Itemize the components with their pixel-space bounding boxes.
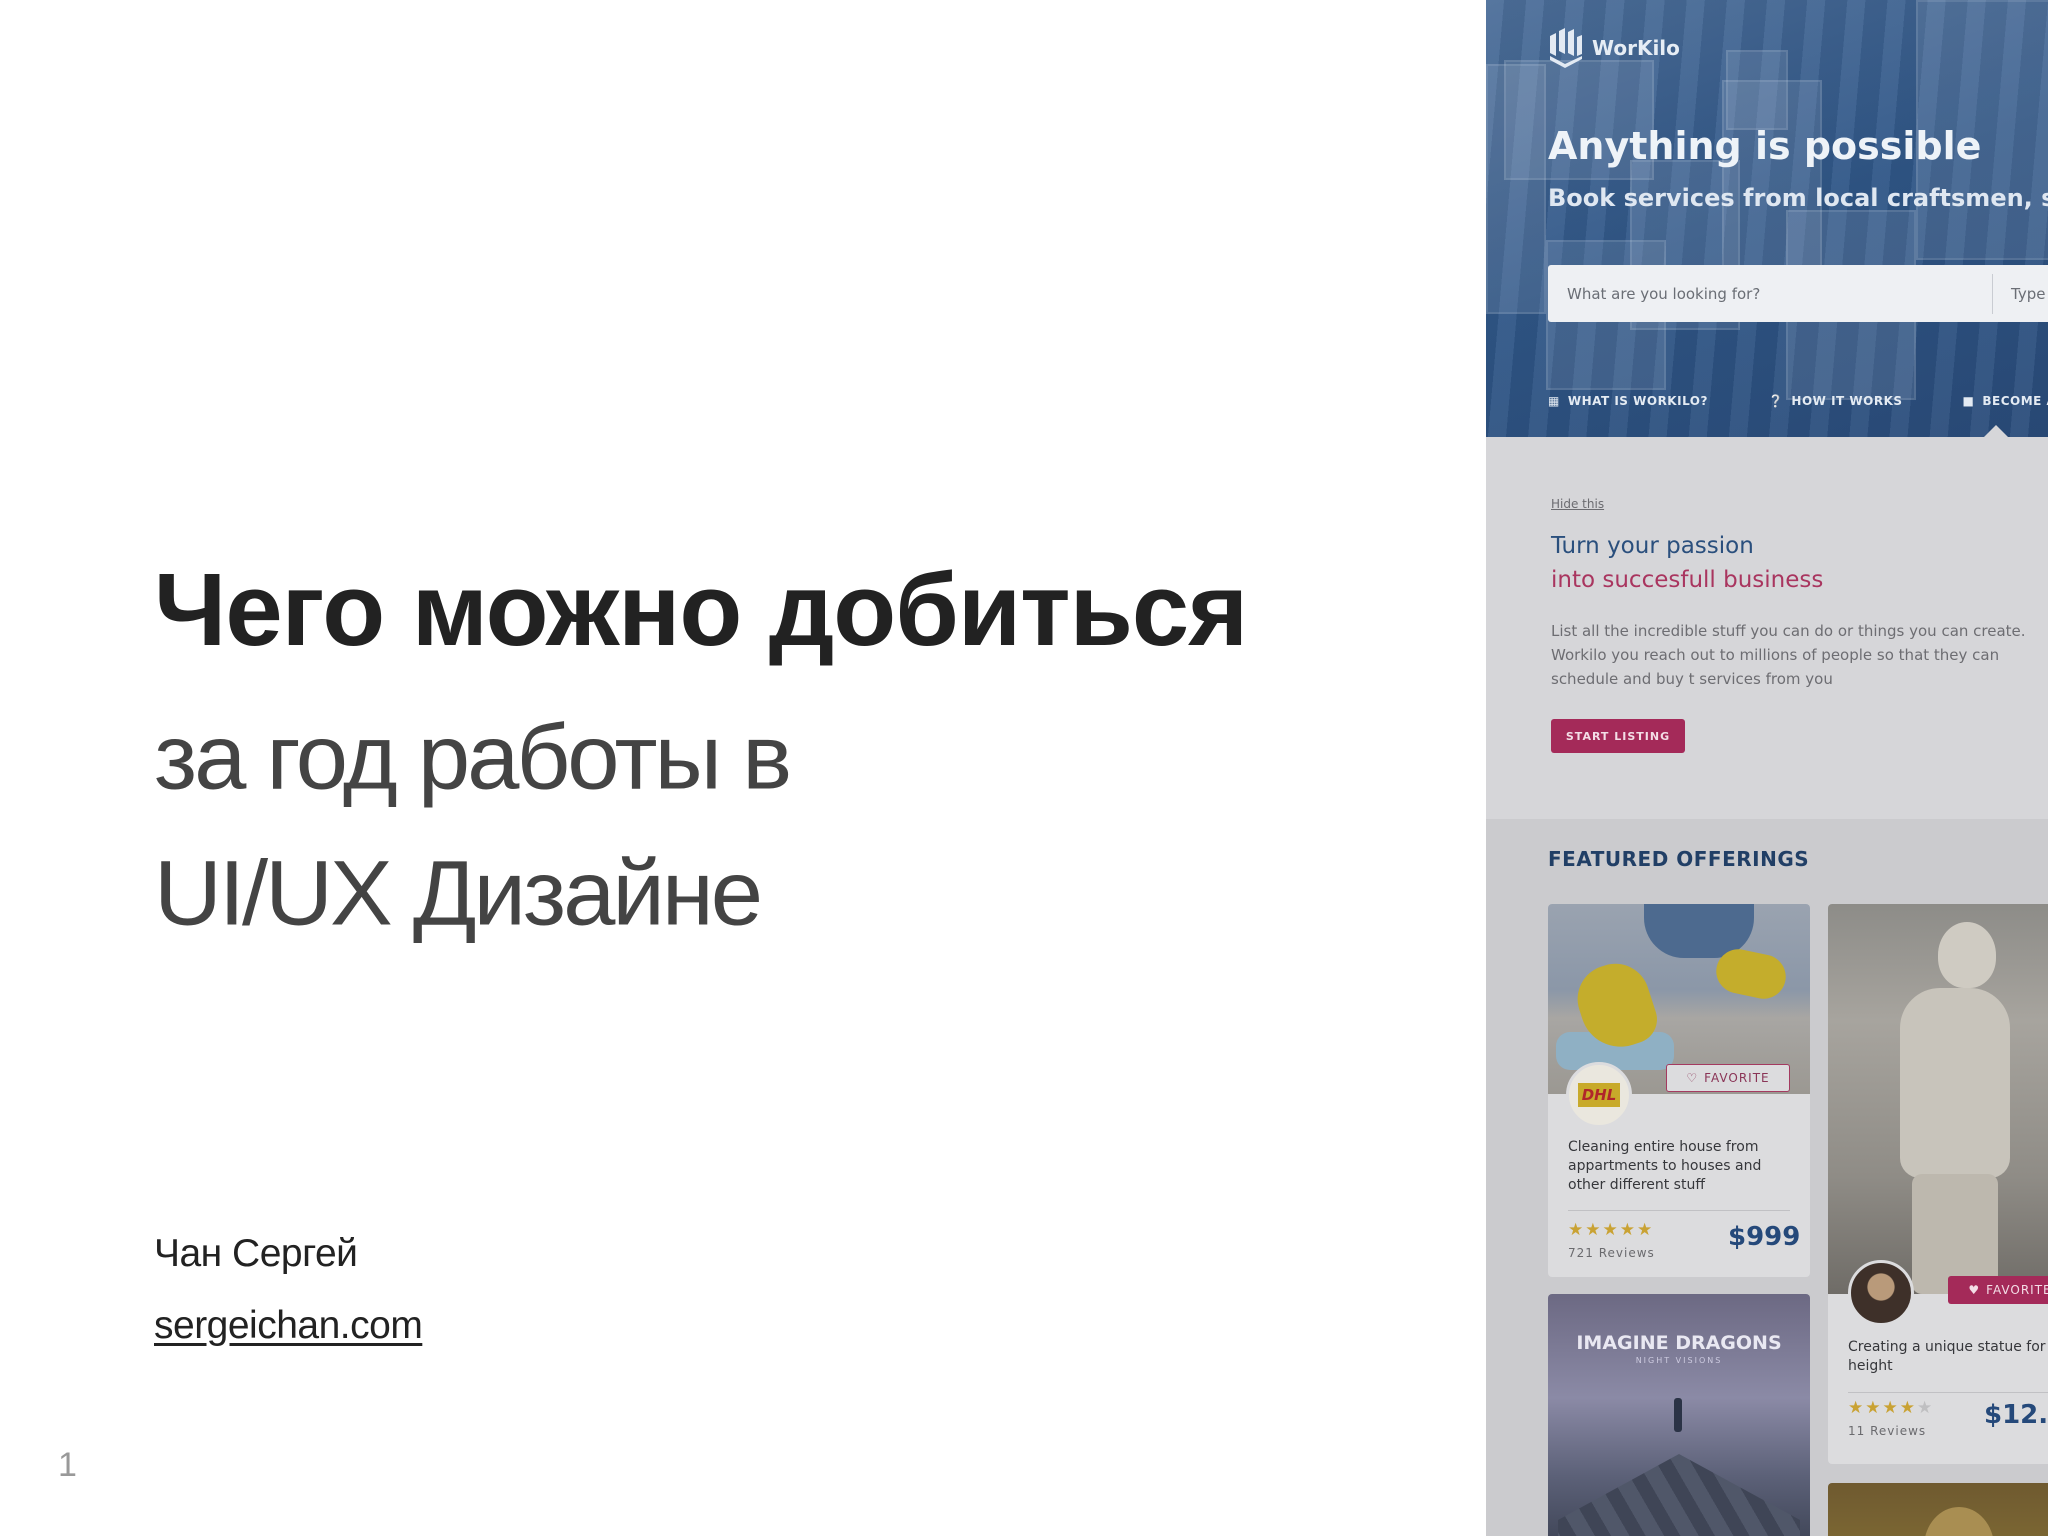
star-rating: ★★★★★ bbox=[1568, 1220, 1655, 1239]
album-subtitle: NIGHT VISIONS bbox=[1635, 1356, 1723, 1365]
star-rating: ★★★★★ bbox=[1848, 1398, 1935, 1417]
slide-subtitle-line2: UI/UX Дизайне bbox=[154, 841, 763, 944]
card-description: Cleaning entire house from appartments t… bbox=[1568, 1139, 1762, 1193]
workilo-brand[interactable]: WorKilo bbox=[1548, 28, 1680, 68]
album-title: IMAGINE DRAGONS bbox=[1576, 1332, 1782, 1354]
hero-nav: ▦ WHAT IS WORKILO? ❔ HOW IT WORKS ■ BECO… bbox=[1548, 394, 2048, 408]
offering-card[interactable]: ♥ FAVORITE Creating a unique statue for … bbox=[1828, 904, 2048, 1464]
dhl-logo: DHL bbox=[1577, 1083, 1621, 1107]
image-detail bbox=[1924, 1507, 1994, 1536]
slide-page-number: 1 bbox=[58, 1446, 77, 1484]
image-detail bbox=[1558, 1454, 1800, 1536]
promo-description: List all the incredible stuff you can do… bbox=[1551, 622, 2026, 688]
start-listing-button[interactable]: START LISTING bbox=[1551, 719, 1685, 753]
background-poster bbox=[1726, 50, 1788, 130]
nav-active-caret bbox=[1984, 425, 2008, 437]
website-screenshot: WorKilo Anything is possible Book servic… bbox=[1486, 0, 2048, 1536]
search-bar: Type bbox=[1548, 265, 2048, 322]
nav-what-is-workilo[interactable]: ▦ WHAT IS WORKILO? bbox=[1548, 394, 1708, 408]
grid-icon: ▦ bbox=[1548, 394, 1560, 408]
hero-title: Anything is possible bbox=[1548, 124, 1982, 168]
offering-card[interactable]: IMAGINE DRAGONS NIGHT VISIONS bbox=[1548, 1294, 1810, 1536]
nav-label: BECOME A SELLE bbox=[1982, 394, 2048, 408]
slide-title: Чего можно добиться bbox=[154, 552, 1248, 667]
review-count: 721 Reviews bbox=[1568, 1246, 1655, 1260]
review-count: 11 Reviews bbox=[1848, 1424, 1927, 1438]
nav-how-it-works[interactable]: ❔ HOW IT WORKS bbox=[1768, 394, 1903, 408]
workilo-logo-icon bbox=[1550, 28, 1582, 68]
card-divider bbox=[1568, 1210, 1790, 1211]
image-detail bbox=[1674, 1398, 1682, 1432]
promo-heading-line1: Turn your passion bbox=[1551, 533, 1754, 559]
card-description: Creating a unique statue for full height bbox=[1848, 1339, 2048, 1374]
card-image bbox=[1828, 904, 2048, 1294]
seller-avatar[interactable] bbox=[1848, 1260, 1914, 1326]
featured-title: FEATURED OFFERINGS bbox=[1548, 847, 1810, 871]
nav-label: WHAT IS WORKILO? bbox=[1567, 394, 1708, 408]
image-detail bbox=[1712, 945, 1790, 1003]
search-type-field[interactable]: Type bbox=[1993, 285, 2045, 303]
image-detail bbox=[1938, 922, 1996, 988]
hero-section: WorKilo Anything is possible Book servic… bbox=[1486, 0, 2048, 437]
author-name: Чан Сергей bbox=[154, 1232, 358, 1275]
nav-become-seller[interactable]: ■ BECOME A SELLE bbox=[1963, 394, 2048, 408]
favorite-button[interactable]: ♡ FAVORITE bbox=[1666, 1064, 1790, 1092]
question-icon: ❔ bbox=[1767, 394, 1784, 408]
favorite-label: FAVORITE bbox=[1986, 1283, 2048, 1297]
hero-subtitle: Book services from local craftsmen, sit … bbox=[1548, 184, 2048, 212]
offering-card[interactable]: DHL ♡ FAVORITE Cleaning entire house fro… bbox=[1548, 904, 1810, 1277]
store-icon: ■ bbox=[1962, 394, 1975, 408]
promo-heading-line2: into succesfull business bbox=[1551, 567, 1824, 593]
hide-this-link[interactable]: Hide this bbox=[1551, 497, 1604, 511]
slide-subtitle-line1: за год работы в bbox=[154, 705, 792, 808]
nav-label: HOW IT WORKS bbox=[1791, 394, 1903, 408]
featured-section: FEATURED OFFERINGS DHL ♡ FAVORITE Cleani… bbox=[1486, 819, 2048, 1536]
favorite-label: FAVORITE bbox=[1704, 1071, 1770, 1085]
card-price: $12.2 bbox=[1984, 1400, 2048, 1430]
promo-section: Hide this Turn your passion into succesf… bbox=[1486, 437, 2048, 819]
brand-name: WorKilo bbox=[1592, 36, 1680, 60]
heart-outline-icon: ♡ bbox=[1686, 1071, 1699, 1085]
website-link[interactable]: sergeichan.com bbox=[154, 1304, 423, 1348]
favorite-button[interactable]: ♥ FAVORITE bbox=[1948, 1276, 2048, 1304]
search-input[interactable] bbox=[1548, 265, 1992, 322]
image-detail bbox=[1900, 988, 2010, 1178]
heart-filled-icon: ♥ bbox=[1968, 1283, 1981, 1297]
card-price: $999 bbox=[1728, 1222, 1801, 1252]
card-divider bbox=[1848, 1392, 2048, 1393]
offering-card[interactable] bbox=[1828, 1483, 2048, 1536]
seller-avatar[interactable]: DHL bbox=[1566, 1062, 1632, 1128]
